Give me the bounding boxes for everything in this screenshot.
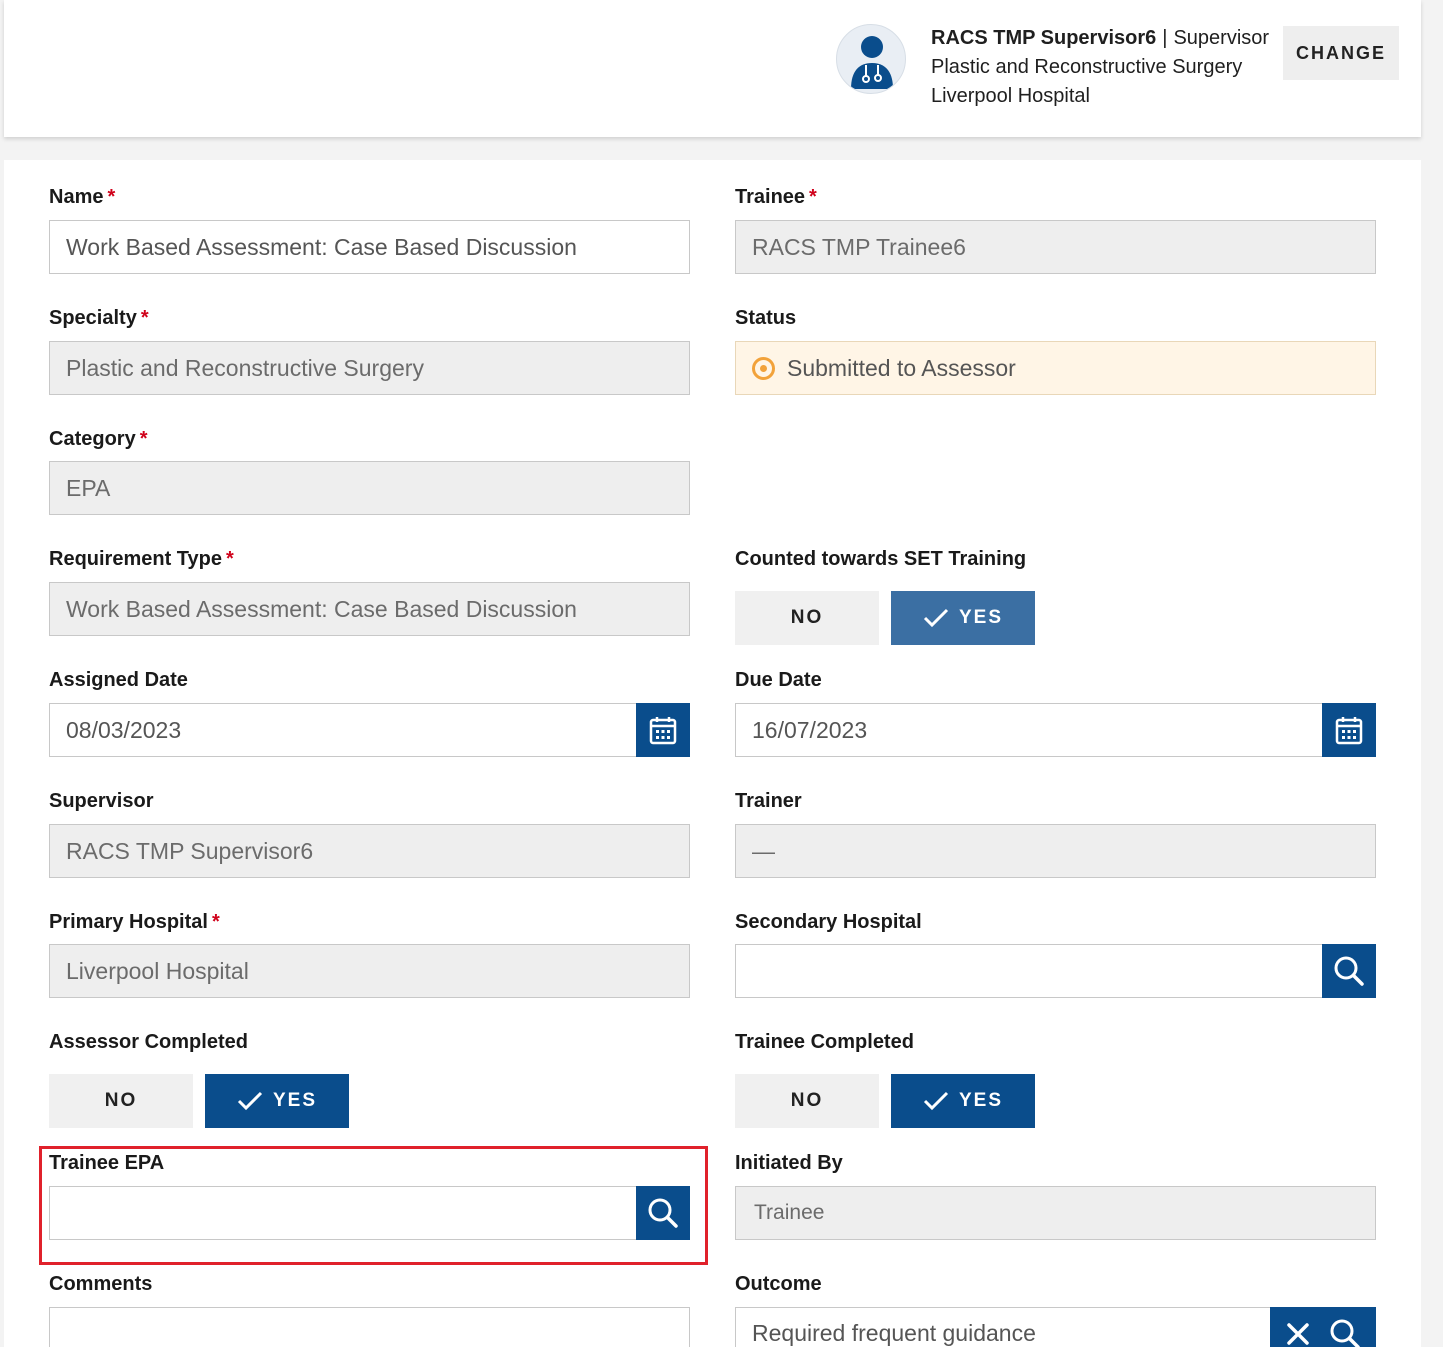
initiated-by-field: Trainee xyxy=(735,1186,1376,1240)
search-icon xyxy=(648,1198,678,1228)
check-icon xyxy=(923,1091,949,1111)
pending-status-icon xyxy=(752,356,775,380)
due-date-label: Due Date xyxy=(735,669,822,691)
status-field: Submitted to Assessor xyxy=(735,341,1376,395)
outcome-label: Outcome xyxy=(735,1273,822,1295)
category-field: EPA xyxy=(49,461,690,515)
primary-hospital-label: Primary Hospital * xyxy=(49,911,220,933)
user-header: RACS TMP Supervisor6 | Supervisor Plastic … xyxy=(4,0,1421,137)
name-label: Name * xyxy=(49,186,116,208)
trainee-completed-yes-label: YES xyxy=(958,1090,1004,1111)
assigned-date-input[interactable]: 08/03/2023 xyxy=(49,703,637,757)
trainer-label: Trainer xyxy=(735,790,802,812)
secondary-hospital-input[interactable] xyxy=(735,944,1323,998)
trainee-completed-yes-button[interactable]: YES xyxy=(891,1074,1035,1128)
specialty-field: Plastic and Reconstructive Surgery xyxy=(49,341,690,395)
assessor-completed-no-button[interactable]: NO xyxy=(49,1074,193,1128)
name-input[interactable]: Work Based Assessment: Case Based Discus… xyxy=(49,220,690,274)
assigned-date-label: Assigned Date xyxy=(49,669,188,691)
status-value: Submitted to Assessor xyxy=(787,354,1016,381)
outcome-input[interactable]: Required frequent guidance xyxy=(735,1307,1271,1347)
user-role: Supervisor xyxy=(1173,27,1270,49)
separator: | xyxy=(1162,27,1168,49)
counted-set-label: Counted towards SET Training xyxy=(735,548,1027,570)
trainee-epa-label: Trainee EPA xyxy=(49,1152,165,1174)
assigned-date-calendar-button[interactable] xyxy=(636,703,690,757)
search-icon xyxy=(1334,956,1364,986)
secondary-hospital-search-button[interactable] xyxy=(1322,944,1376,998)
trainee-epa-input[interactable] xyxy=(49,1186,637,1240)
category-label: Category * xyxy=(49,428,148,450)
comments-input[interactable] xyxy=(49,1307,690,1347)
check-icon xyxy=(237,1091,263,1111)
user-specialty: Plastic and Reconstructive Surgery xyxy=(931,56,1243,78)
primary-hospital-field: Liverpool Hospital xyxy=(49,944,690,998)
check-icon xyxy=(923,608,949,628)
assessor-completed-yes-button[interactable]: YES xyxy=(205,1074,349,1128)
calendar-icon xyxy=(1335,717,1363,745)
due-date-input[interactable]: 16/07/2023 xyxy=(735,703,1323,757)
user-info: RACS TMP Supervisor6 | Supervisor Plastic … xyxy=(931,24,1269,111)
trainee-field: RACS TMP Trainee6 xyxy=(735,220,1376,274)
search-icon[interactable] xyxy=(1329,1318,1361,1347)
status-label: Status xyxy=(735,307,797,329)
due-date-calendar-button[interactable] xyxy=(1322,703,1376,757)
trainee-label: Trainee * xyxy=(735,186,817,208)
user-hospital: Liverpool Hospital xyxy=(931,85,1090,107)
doctor-icon xyxy=(836,24,906,94)
trainee-epa-search-button[interactable] xyxy=(636,1186,690,1240)
requirement-type-field: Work Based Assessment: Case Based Discus… xyxy=(49,582,690,636)
supervisor-label: Supervisor xyxy=(49,790,154,812)
trainee-completed-no-button[interactable]: NO xyxy=(735,1074,879,1128)
supervisor-field: RACS TMP Supervisor6 xyxy=(49,824,690,878)
secondary-hospital-label: Secondary Hospital xyxy=(735,911,922,933)
counted-set-yes-label: YES xyxy=(958,607,1004,628)
assessor-completed-label: Assessor Completed xyxy=(49,1031,248,1053)
specialty-label: Specialty * xyxy=(49,307,149,329)
change-button[interactable]: CHANGE xyxy=(1283,26,1399,80)
clear-icon[interactable] xyxy=(1285,1321,1311,1347)
trainer-field: — xyxy=(735,824,1376,878)
user-name: RACS TMP Supervisor6 xyxy=(931,27,1157,49)
comments-label: Comments xyxy=(49,1273,153,1295)
initiated-by-label: Initiated By xyxy=(735,1152,843,1174)
calendar-icon xyxy=(649,717,677,745)
assessor-completed-yes-label: YES xyxy=(272,1090,318,1111)
outcome-actions xyxy=(1270,1307,1376,1347)
trainee-completed-label: Trainee Completed xyxy=(735,1031,914,1053)
counted-set-no-button[interactable]: NO xyxy=(735,591,879,645)
requirement-type-label: Requirement Type * xyxy=(49,548,234,570)
counted-set-yes-button[interactable]: YES xyxy=(891,591,1035,645)
